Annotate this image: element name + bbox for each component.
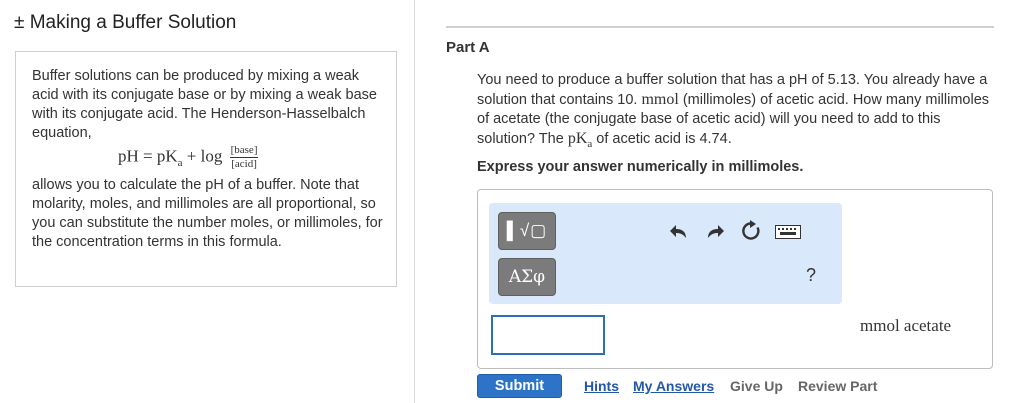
fraction-denominator: [acid]: [231, 158, 257, 170]
intro-paragraph-1: Buffer solutions can be produced by mixi…: [32, 68, 377, 141]
question-text: You need to produce a buffer solution th…: [477, 71, 997, 154]
intro-panel: ± Making a Buffer Solution Buffer soluti…: [0, 0, 415, 403]
review-part-link[interactable]: Review Part: [798, 378, 877, 394]
templates-icon: ▌√▢: [506, 221, 548, 240]
question-segment: of acetic acid is 4.74.: [592, 131, 732, 147]
help-button[interactable]: ?: [806, 265, 816, 286]
symbols-button[interactable]: ΑΣφ: [498, 258, 556, 296]
answer-unit: mmol acetate: [860, 316, 952, 335]
divider: [446, 26, 994, 28]
intro-paragraph-2: allows you to calculate the pH of a buff…: [32, 177, 383, 250]
equation-lhs: pH = pK: [118, 146, 178, 166]
henderson-hasselbalch-equation: pH = pKa + log [base] [acid]: [118, 144, 259, 171]
my-answers-link[interactable]: My Answers: [633, 378, 714, 394]
templates-button[interactable]: ▌√▢: [498, 212, 556, 250]
reset-icon[interactable]: [739, 219, 763, 243]
problem-title[interactable]: ± Making a Buffer Solution: [14, 12, 236, 34]
intro-box: Buffer solutions can be produced by mixi…: [15, 51, 397, 287]
give-up-link[interactable]: Give Up: [730, 378, 783, 394]
equation-plus-log: + log: [182, 146, 227, 166]
symbols-icon: ΑΣφ: [508, 267, 546, 287]
question-panel: Part A You need to produce a buffer solu…: [446, 0, 994, 403]
undo-icon[interactable]: [667, 220, 691, 244]
keyboard-icon[interactable]: [773, 220, 803, 244]
equation-fraction: [base] [acid]: [229, 144, 259, 171]
math-toolbar: ▌√▢ ΑΣφ ?: [489, 203, 842, 304]
redo-icon[interactable]: [703, 220, 727, 244]
part-label: Part A: [446, 39, 490, 56]
question-pka: pK: [567, 130, 588, 147]
fraction-numerator: [base]: [229, 144, 259, 158]
hints-link[interactable]: Hints: [584, 378, 619, 394]
question-mmol: mmol: [641, 91, 679, 108]
submit-button[interactable]: Submit: [477, 374, 562, 398]
answer-input[interactable]: [491, 315, 605, 355]
answer-instruction: Express your answer numerically in milli…: [477, 159, 804, 175]
